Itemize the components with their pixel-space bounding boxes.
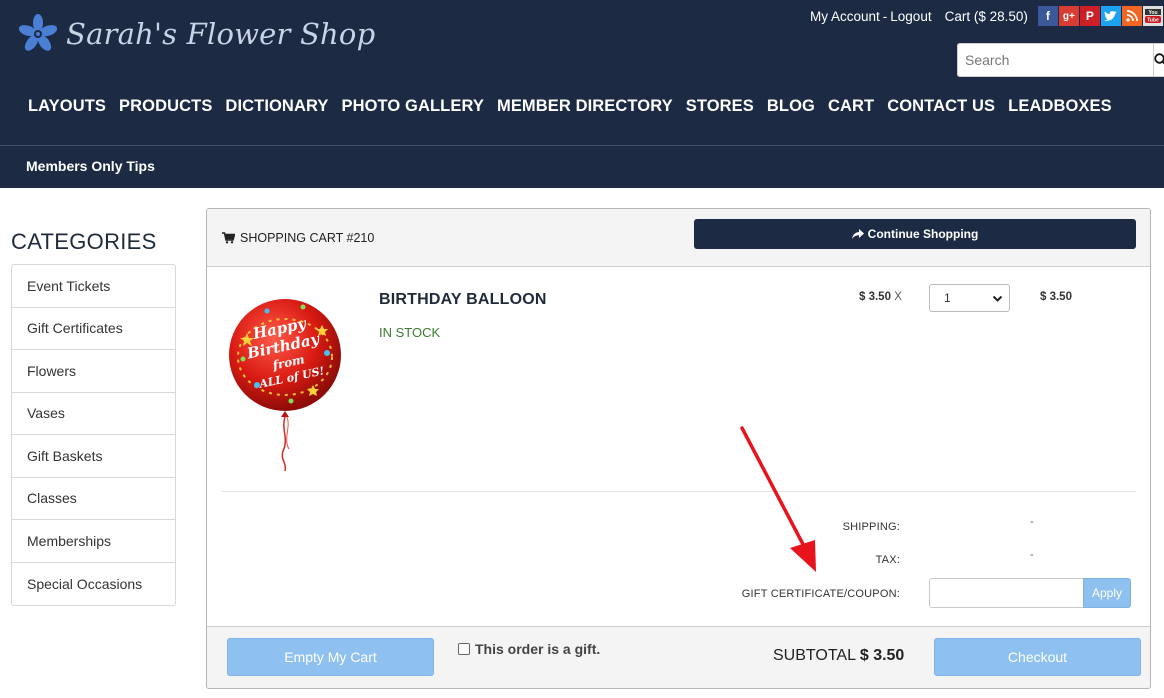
gift-checkbox[interactable] <box>458 643 470 655</box>
nav-stores[interactable]: STORES <box>686 97 754 116</box>
nav-cart[interactable]: CART <box>828 97 874 116</box>
nav-leadboxes[interactable]: LEADBOXES <box>1008 97 1112 116</box>
search-input[interactable] <box>957 43 1153 77</box>
main-nav: LAYOUTS PRODUCTS DICTIONARY PHOTO GALLER… <box>28 97 1125 116</box>
categories-title: CATEGORIES <box>11 229 157 254</box>
empty-cart-button[interactable]: Empty My Cart <box>227 638 434 676</box>
subnav-members-only-tips[interactable]: Members Only Tips <box>26 158 155 174</box>
google-plus-icon[interactable]: g+ <box>1058 6 1079 26</box>
sub-nav: Members Only Tips <box>0 145 1164 188</box>
my-account-link[interactable]: My Account <box>810 9 880 24</box>
tax-value: - <box>1030 549 1034 561</box>
category-vases[interactable]: Vases <box>12 393 175 435</box>
flower-logo-icon <box>18 14 58 51</box>
category-classes[interactable]: Classes <box>12 478 175 520</box>
coupon-label: GIFT CERTIFICATE/COUPON: <box>741 588 900 600</box>
category-memberships[interactable]: Memberships <box>12 520 175 563</box>
product-name[interactable]: BIRTHDAY BALLOON <box>379 291 547 309</box>
top-links: My Account - Logout Cart ($ 28.50) f g+ … <box>810 6 1163 26</box>
apply-coupon-button[interactable]: Apply <box>1083 578 1131 608</box>
search-icon <box>1154 53 1164 65</box>
stock-status: IN STOCK <box>379 325 441 340</box>
youtube-icon[interactable]: You Tube <box>1142 6 1163 26</box>
category-list: Event Tickets Gift Certificates Flowers … <box>11 264 176 606</box>
divider <box>222 491 1136 492</box>
nav-contact-us[interactable]: CONTACT US <box>887 97 995 116</box>
cart-title: SHOPPING CART #210 <box>222 231 374 245</box>
subtotal-label: SUBTOTAL <box>773 647 856 664</box>
nav-member-directory[interactable]: MEMBER DIRECTORY <box>497 97 673 116</box>
line-total: $ 3.50 <box>1040 291 1072 303</box>
category-gift-baskets[interactable]: Gift Baskets <box>12 435 175 478</box>
social-icons: f g+ P You Tube <box>1037 6 1163 26</box>
unit-price: $ 3.50 X <box>859 291 902 303</box>
cart-header: SHOPPING CART #210 Continue Shopping <box>207 209 1150 267</box>
search-box <box>957 43 1164 77</box>
site-header: Sarah's Flower Shop My Account - Logout … <box>0 0 1164 145</box>
gift-label: This order is a gift. <box>475 641 601 657</box>
chevron-down-icon <box>992 295 1003 302</box>
nav-products[interactable]: PRODUCTS <box>119 97 212 116</box>
nav-blog[interactable]: BLOG <box>767 97 815 116</box>
svg-text:You: You <box>1148 10 1157 16</box>
facebook-icon[interactable]: f <box>1037 6 1058 26</box>
nav-layouts[interactable]: LAYOUTS <box>28 97 106 116</box>
times-symbol: X <box>894 291 902 303</box>
shopping-cart-panel: SHOPPING CART #210 Continue Shopping Hap… <box>206 208 1151 689</box>
continue-shopping-button[interactable]: Continue Shopping <box>694 219 1136 249</box>
pinterest-icon[interactable]: P <box>1079 6 1100 26</box>
shopping-cart-icon <box>222 232 235 244</box>
cart-link[interactable]: Cart ($ 28.50) <box>945 9 1028 24</box>
birthday-balloon-image[interactable]: Happy Birthday from ALL of US! <box>227 293 347 473</box>
continue-shopping-label: Continue Shopping <box>867 227 979 241</box>
search-button[interactable] <box>1153 43 1164 77</box>
site-logo[interactable]: Sarah's Flower Shop <box>18 14 375 54</box>
gift-option[interactable]: This order is a gift. <box>458 641 600 657</box>
logout-link[interactable]: Logout <box>890 9 931 24</box>
coupon-input[interactable] <box>929 578 1084 608</box>
link-separator: - <box>882 8 888 24</box>
category-event-tickets[interactable]: Event Tickets <box>12 265 175 308</box>
annotation-arrow-icon <box>740 426 816 572</box>
cart-footer: Empty My Cart This order is a gift. SUBT… <box>207 626 1150 688</box>
brand-name: Sarah's Flower Shop <box>66 17 376 51</box>
category-special-occasions[interactable]: Special Occasions <box>12 563 175 606</box>
unit-price-value: $ 3.50 <box>859 291 891 303</box>
subtotal-value: $ 3.50 <box>859 647 905 664</box>
nav-dictionary[interactable]: DICTIONARY <box>225 97 328 116</box>
shipping-value: - <box>1030 516 1034 528</box>
rss-icon[interactable] <box>1121 6 1142 26</box>
checkout-button[interactable]: Checkout <box>934 638 1141 676</box>
twitter-icon[interactable] <box>1100 6 1121 26</box>
nav-photo-gallery[interactable]: PHOTO GALLERY <box>341 97 483 116</box>
cart-title-text: SHOPPING CART #210 <box>240 231 375 245</box>
share-arrow-icon <box>851 229 864 239</box>
quantity-value: 1 <box>944 291 951 305</box>
svg-text:Tube: Tube <box>1147 18 1159 24</box>
quantity-select[interactable]: 1 <box>929 284 1010 312</box>
category-flowers[interactable]: Flowers <box>12 350 175 393</box>
category-gift-certificates[interactable]: Gift Certificates <box>12 308 175 350</box>
subtotal: SUBTOTAL $ 3.50 <box>773 647 904 665</box>
